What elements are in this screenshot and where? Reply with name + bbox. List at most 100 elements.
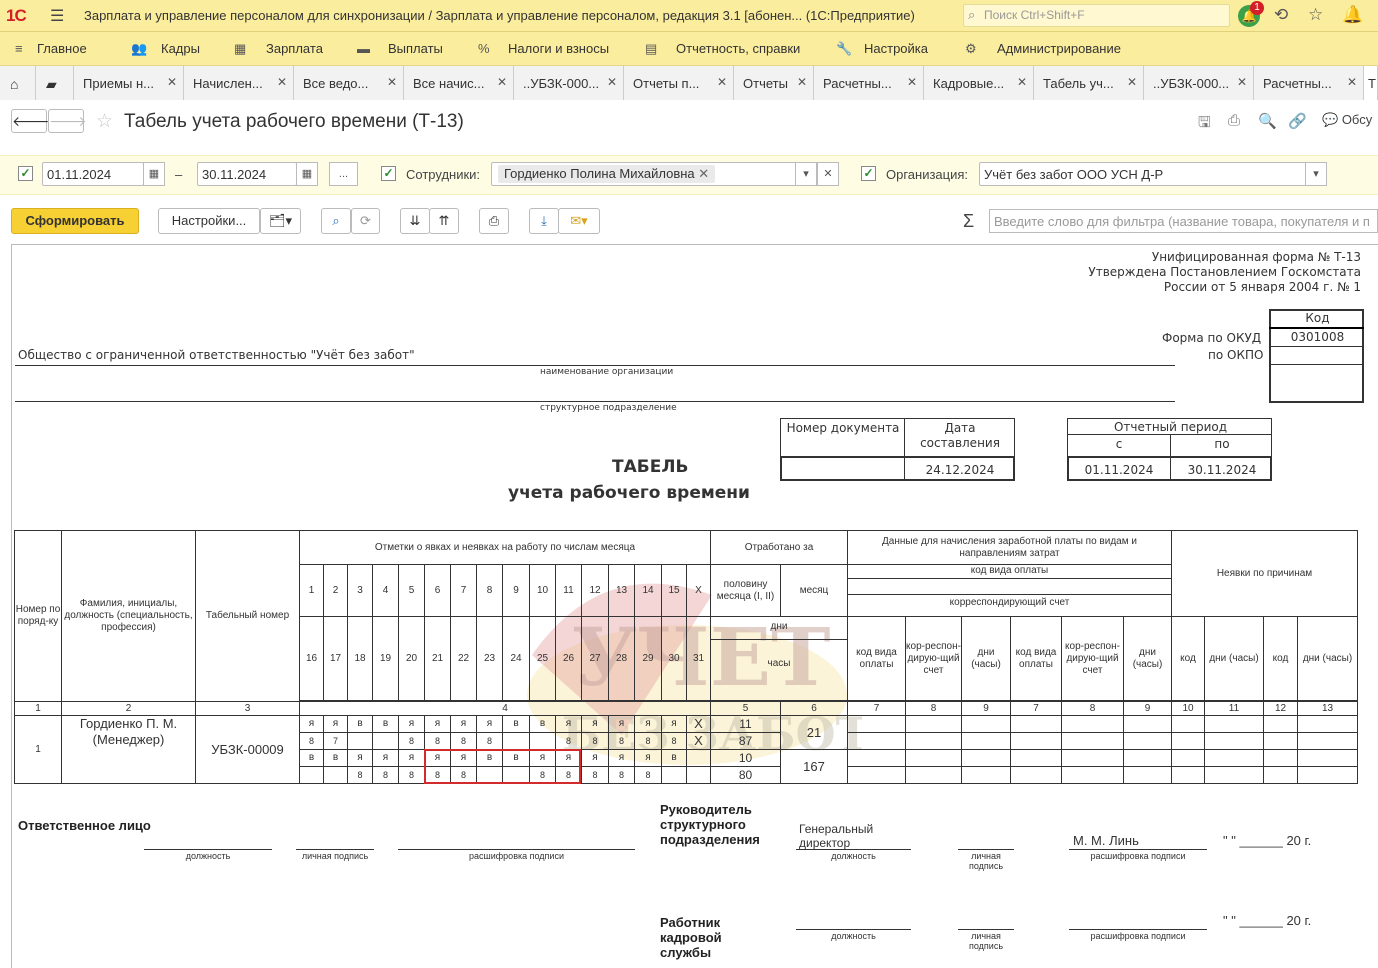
day-hours [529,732,556,750]
empty-cell [1263,766,1298,784]
close-icon[interactable]: ✕ [387,75,397,89]
save-icon[interactable]: 🖫 [1198,112,1211,137]
close-icon[interactable]: ✕ [497,75,507,89]
tab[interactable]: Отчеты ✕ [734,66,814,100]
tab[interactable]: Все начис... ✕ [404,66,514,100]
close-icon[interactable]: ✕ [607,75,617,89]
expand-icon[interactable]: ⇈ [429,208,459,234]
print-icon[interactable]: ⎙ [1228,112,1240,129]
tab[interactable]: Отчеты п... ✕ [624,66,734,100]
tab-active[interactable]: Т [1364,66,1378,100]
favorite-star-icon[interactable]: ☆ [96,110,113,133]
find-button[interactable]: ⌕ [321,208,351,234]
refresh-button[interactable]: ⟳ [351,208,380,234]
tab[interactable]: Кадровые... ✕ [924,66,1034,100]
empty-cell [1263,715,1298,733]
close-icon[interactable]: ✕ [167,75,177,89]
forward-button[interactable]: 🡒 [48,109,87,133]
decode-caption: расшифровка подписи [469,851,564,861]
menu-icon[interactable]: ☰ [50,6,64,26]
wallet-icon: ▬ [357,41,370,56]
history-icon[interactable]: ⟲ [1274,5,1288,25]
back-button[interactable]: 🡐 [11,109,50,133]
tab[interactable]: Приемы н... ✕ [74,66,184,100]
tab[interactable]: Все ведо... ✕ [294,66,404,100]
day-header: 17 [323,616,348,701]
close-icon[interactable]: ✕ [1127,75,1137,89]
column-number: 4 [299,701,711,716]
menu-item-taxes[interactable]: % Налоги и взносы [478,41,609,56]
download-button[interactable]: ⤓ [529,208,559,234]
menu-item-settings[interactable]: 🔧 Настройка [836,41,928,57]
collapse-icon[interactable]: ⇊ [400,208,430,234]
close-icon[interactable]: ✕ [797,75,807,89]
preview-icon[interactable]: 🔍 [1258,112,1277,130]
day-header: 20 [398,616,425,701]
divider [1269,346,1364,347]
tab-home[interactable]: ⌂ [0,66,36,100]
org-caption: наименование организации [540,367,674,377]
filter-input[interactable]: Введите слово для фильтра (название това… [989,209,1378,233]
send-mail-button[interactable]: ✉▾ [558,208,600,234]
discuss-button[interactable]: 💬 Обсу [1322,112,1372,128]
menu-item-salary[interactable]: ▦ Зарплата [234,41,323,57]
calendar-icon[interactable]: ▦ [143,162,165,186]
dropdown-icon[interactable]: ▾ [795,162,817,186]
column-number: 9 [1123,701,1172,716]
day-header: 2 [323,564,348,617]
tab[interactable]: ..УБЗК-000... ✕ [514,66,624,100]
close-icon[interactable]: ✕ [1347,75,1357,89]
open-tabs: ⌂ ▰ Приемы н... ✕ Начислен... ✕ Все ведо..… [0,66,1378,100]
hr-label: Работник кадровой службы [660,915,722,960]
close-icon[interactable]: ✕ [1237,75,1247,89]
column-number: 7 [847,701,906,716]
tab[interactable]: ..УБЗК-000... ✕ [1144,66,1254,100]
close-icon[interactable]: ✕ [717,75,727,89]
percent-icon: % [478,41,490,56]
search-input[interactable]: ⌕ Поиск Ctrl+Shift+F [963,4,1230,27]
bell-icon[interactable]: 🔔 [1342,5,1363,25]
org-field[interactable]: Учёт без забот ООО УСН Д-Р [979,162,1326,186]
header-pay-type: код вида оплаты [1010,616,1062,701]
close-icon[interactable]: ✕ [277,75,287,89]
dropdown-icon[interactable]: ▾ [1305,162,1327,186]
empty-cell [847,732,906,750]
empty-cell [1061,715,1124,733]
generate-button[interactable]: Сформировать [11,208,139,234]
tab-messages[interactable]: ▰ [36,66,74,100]
day-mark: я [608,749,635,767]
variants-button[interactable]: 🗂▾ [260,208,301,234]
favorites-star-icon[interactable]: ☆ [1308,5,1323,25]
remove-icon[interactable]: ✕ [698,166,709,181]
close-icon[interactable]: ✕ [1017,75,1027,89]
tab[interactable]: Расчетны... ✕ [1254,66,1364,100]
day-mark: я [424,715,451,733]
day-hours: 8 [347,766,373,784]
date-from-field[interactable]: 01.11.2024 [42,162,144,186]
employee-chip[interactable]: Гордиенко Полина Михайловна ✕ [498,165,716,183]
print-button[interactable]: ⎙ [479,208,509,234]
menu-item-hr[interactable]: 👥 Кадры [131,41,200,57]
day-hours [372,732,399,750]
half1-hours: 87 [710,732,781,750]
period-to-header: по [1214,437,1230,451]
menu-item-payments[interactable]: ▬ Выплаты [357,41,443,56]
org-checkbox[interactable]: ✓ [861,166,876,181]
tab[interactable]: Начислен... ✕ [184,66,294,100]
menu-item-main[interactable]: ≡ Главное [15,41,87,56]
period-checkbox[interactable]: ✓ [18,166,33,181]
date-to-field[interactable]: 30.11.2024 [197,162,297,186]
sum-icon[interactable]: Σ [963,211,974,232]
menu-item-admin[interactable]: ⚙ Администрирование [965,41,1121,57]
close-icon[interactable]: ✕ [907,75,917,89]
period-select-button[interactable]: ... [329,162,358,186]
menu-item-reports[interactable]: ▤ Отчетность, справки [645,41,800,57]
divider [1269,327,1364,329]
calendar-icon[interactable]: ▦ [296,162,318,186]
settings-button[interactable]: Настройки... [158,208,260,234]
tab[interactable]: Табель уч... ✕ [1034,66,1144,100]
clear-icon[interactable]: ✕ [817,162,839,186]
tab[interactable]: Расчетны... ✕ [814,66,924,100]
employees-checkbox[interactable]: ✓ [381,166,396,181]
link-icon[interactable]: 🔗 [1288,112,1307,130]
